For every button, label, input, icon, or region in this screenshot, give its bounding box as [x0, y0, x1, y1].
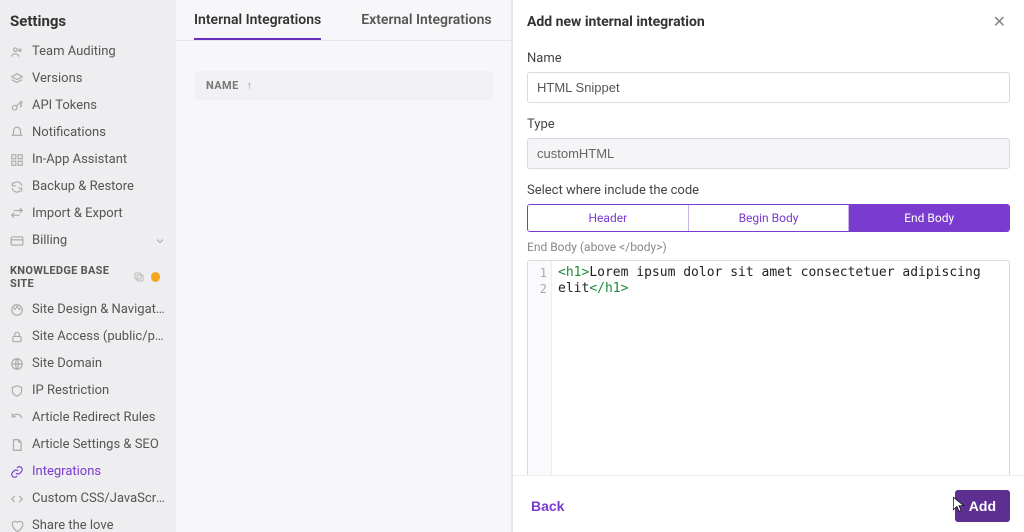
- notification-badge: [151, 272, 160, 282]
- sidebar-item-site-access[interactable]: Site Access (public/private): [0, 323, 176, 350]
- link-icon: [10, 465, 24, 479]
- sidebar-item-ip-restriction[interactable]: IP Restriction: [0, 377, 176, 404]
- sidebar-item-billing[interactable]: Billing: [0, 227, 176, 254]
- sidebar-item-site-design[interactable]: Site Design & Navigations: [0, 296, 176, 323]
- integration-tabs: Internal Integrations External Integrati…: [176, 0, 511, 41]
- lock-icon: [10, 330, 24, 344]
- name-input[interactable]: [527, 72, 1010, 103]
- sidebar-item-article-settings[interactable]: Article Settings & SEO: [0, 431, 176, 458]
- sidebar-item-custom-css-js[interactable]: Custom CSS/JavaScript: [0, 485, 176, 512]
- panel-title: Add new internal integration: [527, 14, 705, 30]
- tab-external-integrations[interactable]: External Integrations: [361, 12, 491, 40]
- key-icon: [10, 99, 24, 113]
- segment-header[interactable]: Header: [528, 205, 689, 231]
- card-icon: [10, 234, 24, 248]
- sidebar-item-api-tokens[interactable]: API Tokens: [0, 92, 176, 119]
- sidebar-item-versions[interactable]: Versions: [0, 65, 176, 92]
- main-content: Internal Integrations External Integrati…: [176, 0, 512, 532]
- name-label: Name: [527, 51, 1010, 66]
- copy-icon[interactable]: [133, 271, 145, 283]
- stack-icon: [10, 72, 24, 86]
- code-editor[interactable]: 1 2 <h1>Lorem ipsum dolor sit amet conse…: [527, 260, 1010, 475]
- cursor-icon: [952, 496, 966, 514]
- sidebar-item-integrations[interactable]: Integrations: [0, 458, 176, 485]
- sidebar-item-redirect-rules[interactable]: Article Redirect Rules: [0, 404, 176, 431]
- sidebar-item-import-export[interactable]: Import & Export: [0, 200, 176, 227]
- column-header-name: NAME: [206, 79, 239, 92]
- sidebar-item-notifications[interactable]: Notifications: [0, 119, 176, 146]
- sidebar-item-site-domain[interactable]: Site Domain: [0, 350, 176, 377]
- sort-asc-icon: ↑: [247, 79, 253, 92]
- placement-segments: Header Begin Body End Body: [527, 204, 1010, 232]
- sidebar-title: Settings: [0, 8, 176, 38]
- sidebar-item-team-auditing[interactable]: Team Auditing: [0, 38, 176, 65]
- add-integration-panel: Add new internal integration ✕ Name Type…: [512, 0, 1024, 532]
- palette-icon: [10, 303, 24, 317]
- type-label: Type: [527, 117, 1010, 132]
- type-input: [527, 138, 1010, 169]
- sidebar-section-kb: KNOWLEDGE BASE SITE: [0, 254, 176, 296]
- table-header-row[interactable]: NAME ↑: [194, 71, 493, 100]
- segment-begin-body[interactable]: Begin Body: [689, 205, 850, 231]
- grid-icon: [10, 153, 24, 167]
- refresh-icon: [10, 180, 24, 194]
- settings-sidebar: Settings Team Auditing Versions API Toke…: [0, 0, 176, 532]
- globe-icon: [10, 357, 24, 371]
- sidebar-item-in-app-assistant[interactable]: In-App Assistant: [0, 146, 176, 173]
- tab-internal-integrations[interactable]: Internal Integrations: [194, 12, 321, 40]
- shield-icon: [10, 384, 24, 398]
- doc-icon: [10, 438, 24, 452]
- add-button[interactable]: Add: [955, 490, 1010, 522]
- placement-hint: End Body (above </body>): [527, 240, 1010, 254]
- placement-label: Select where include the code: [527, 183, 1010, 198]
- integrations-table: NAME ↑: [176, 41, 511, 130]
- chevron-down-icon: [154, 235, 166, 247]
- redirect-icon: [10, 411, 24, 425]
- code-content[interactable]: <h1>Lorem ipsum dolor sit amet consectet…: [552, 261, 1009, 475]
- segment-end-body[interactable]: End Body: [849, 205, 1009, 231]
- users-icon: [10, 45, 24, 59]
- code-gutter: 1 2: [528, 261, 552, 475]
- close-icon[interactable]: ✕: [989, 10, 1010, 33]
- heart-icon: [10, 519, 24, 532]
- exchange-icon: [10, 207, 24, 221]
- sidebar-item-share-love[interactable]: Share the love: [0, 512, 176, 532]
- back-button[interactable]: Back: [527, 492, 568, 520]
- sidebar-item-backup-restore[interactable]: Backup & Restore: [0, 173, 176, 200]
- code-icon: [10, 492, 24, 506]
- bell-icon: [10, 126, 24, 140]
